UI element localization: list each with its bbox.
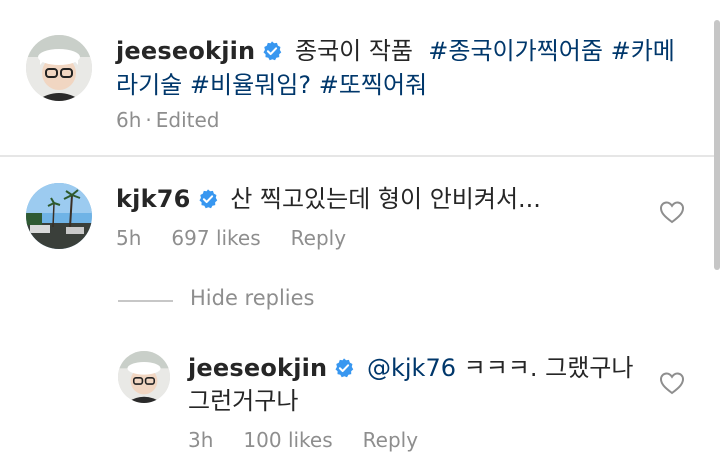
reply-time: 3h bbox=[188, 428, 214, 452]
post-author-avatar[interactable] bbox=[26, 35, 92, 101]
scrollbar[interactable] bbox=[714, 20, 720, 270]
hashtag-link-continued[interactable]: 라기술 bbox=[116, 71, 182, 99]
reply-text: ㅋㅋㅋ. 그랬구나 bbox=[463, 354, 634, 382]
reply-line-2: 그런거구나 bbox=[188, 384, 298, 418]
reply-meta: 3h 100 likes Reply bbox=[188, 428, 448, 452]
hide-replies-divider bbox=[118, 300, 173, 302]
comment-reply-button[interactable]: Reply bbox=[291, 226, 346, 250]
post-caption-line-2: 라기술 #비율뭐임? #또찍어줘 bbox=[116, 68, 427, 102]
hashtag-link[interactable]: #종국이가찍어줌 bbox=[428, 37, 603, 65]
reply-likes[interactable]: 100 likes bbox=[243, 428, 332, 452]
post-time: 6h bbox=[116, 108, 142, 132]
hide-replies-button[interactable]: Hide replies bbox=[190, 286, 315, 310]
verified-badge-icon bbox=[197, 188, 219, 210]
reply-author-avatar[interactable] bbox=[118, 351, 170, 403]
comment-meta: 5h 697 likes Reply bbox=[116, 226, 376, 250]
comment-likes[interactable]: 697 likes bbox=[171, 226, 260, 250]
post-username[interactable]: jeeseokjin bbox=[116, 37, 255, 65]
hashtag-link[interactable]: #비율뭐임? bbox=[190, 71, 311, 99]
hashtag-link[interactable]: #또찍어줘 bbox=[319, 71, 427, 99]
post-caption-line-1: jeeseokjin 종국이 작품 #종국이가찍어줌 #카메 bbox=[116, 34, 675, 68]
reply-reply-button[interactable]: Reply bbox=[363, 428, 418, 452]
heart-icon[interactable] bbox=[659, 200, 685, 224]
commenter-avatar[interactable] bbox=[26, 183, 92, 249]
reply-text-continued: 그런거구나 bbox=[188, 387, 299, 415]
reply-line-1: jeeseokjin @kjk76 ㅋㅋㅋ. 그랬구나 bbox=[188, 351, 633, 385]
comment-text: 산 찍고있는데 형이 안비켜서... bbox=[230, 185, 541, 213]
heart-icon[interactable] bbox=[659, 371, 685, 395]
verified-badge-icon bbox=[333, 357, 355, 379]
post-meta: 6h · Edited bbox=[116, 108, 220, 132]
verified-badge-icon bbox=[261, 40, 283, 62]
reply-username[interactable]: jeeseokjin bbox=[188, 354, 327, 382]
post-caption-text: 종국이 작품 bbox=[294, 37, 414, 65]
mention-link[interactable]: @kjk76 bbox=[367, 354, 456, 382]
comment-line: kjk76 산 찍고있는데 형이 안비켜서... bbox=[116, 182, 541, 216]
post-edited-label: Edited bbox=[155, 108, 220, 132]
divider bbox=[0, 155, 720, 157]
commenter-username[interactable]: kjk76 bbox=[116, 185, 191, 213]
comment-time: 5h bbox=[116, 226, 142, 250]
hashtag-link[interactable]: #카메 bbox=[611, 37, 675, 65]
